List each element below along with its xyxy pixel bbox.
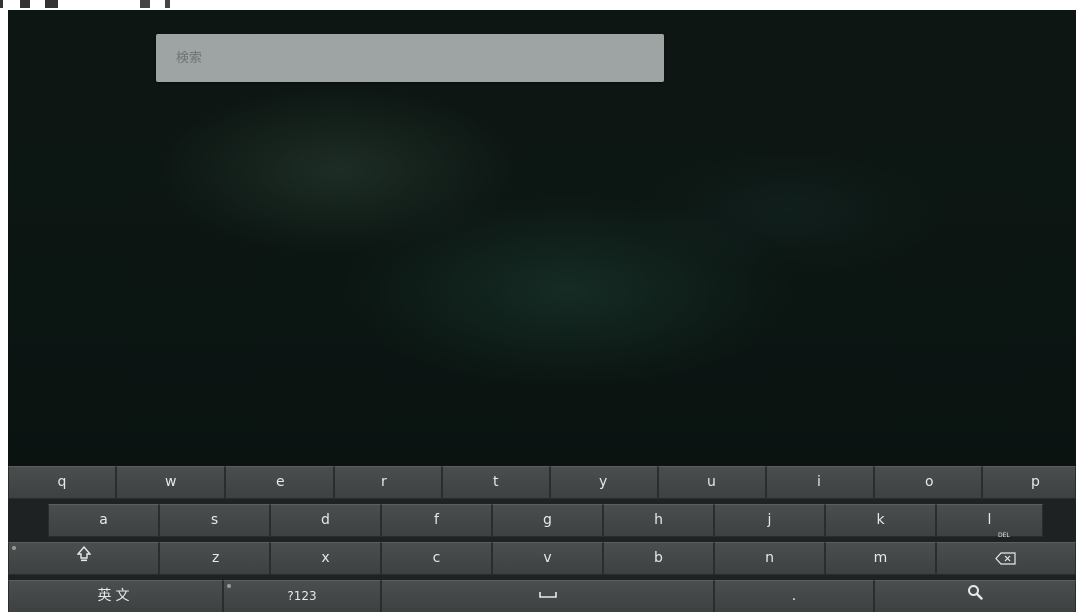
key-e[interactable]: e: [225, 466, 334, 499]
key-x[interactable]: x: [270, 542, 381, 575]
key-m[interactable]: m: [825, 542, 936, 575]
key-i[interactable]: i: [766, 466, 874, 499]
key-d[interactable]: d: [270, 504, 381, 537]
search-box[interactable]: [156, 34, 664, 82]
key-o[interactable]: o: [874, 466, 982, 499]
key-p[interactable]: p: [982, 466, 1076, 499]
tv-screen: q w e r t y u i o p a s d f g h j k l z …: [8, 10, 1076, 612]
key-u[interactable]: u: [658, 466, 766, 499]
on-screen-keyboard: q w e r t y u i o p a s d f g h j k l z …: [8, 466, 1076, 612]
shift-key[interactable]: [8, 542, 159, 575]
del-label: DEL: [998, 532, 1010, 539]
symbols-key[interactable]: ?123: [223, 580, 381, 612]
delete-key[interactable]: DEL: [936, 532, 1076, 575]
key-q[interactable]: q: [8, 466, 116, 499]
key-r[interactable]: r: [334, 466, 442, 499]
key-a[interactable]: a: [48, 504, 159, 537]
search-input[interactable]: [156, 34, 664, 82]
backspace-icon: DEL: [995, 532, 1017, 574]
search-icon: [967, 581, 983, 612]
space-key[interactable]: [381, 580, 714, 612]
key-j[interactable]: j: [714, 504, 825, 537]
key-t[interactable]: t: [442, 466, 550, 499]
key-v[interactable]: v: [492, 542, 603, 575]
long-press-dot: [227, 584, 231, 588]
key-z[interactable]: z: [159, 542, 270, 575]
key-g[interactable]: g: [492, 504, 603, 537]
key-h[interactable]: h: [603, 504, 714, 537]
key-l[interactable]: l: [936, 504, 1043, 537]
search-key[interactable]: [874, 580, 1076, 612]
key-c[interactable]: c: [381, 542, 492, 575]
key-w[interactable]: w: [116, 466, 225, 499]
period-key[interactable]: .: [714, 580, 874, 612]
language-key[interactable]: 英文: [8, 580, 223, 612]
space-icon: [538, 581, 558, 612]
long-press-dot: [12, 546, 16, 550]
key-f[interactable]: f: [381, 504, 492, 537]
key-k[interactable]: k: [825, 504, 936, 537]
key-n[interactable]: n: [714, 542, 825, 575]
key-y[interactable]: y: [550, 466, 658, 499]
key-s[interactable]: s: [159, 504, 270, 537]
top-cropped-strip: [0, 0, 1076, 10]
key-b[interactable]: b: [603, 542, 714, 575]
shift-icon: [75, 543, 92, 574]
